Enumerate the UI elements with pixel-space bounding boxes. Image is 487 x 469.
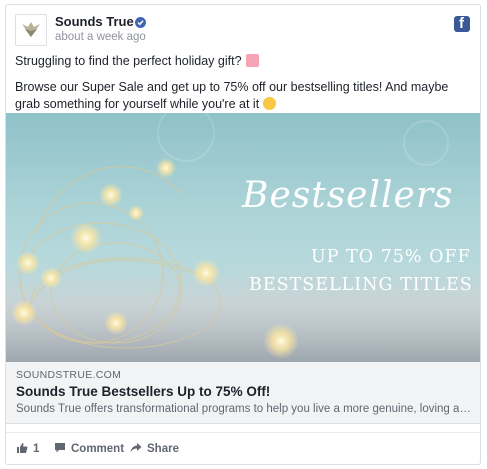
post-message-text2: Browse our Super Sale and get up to 75% … <box>15 80 449 111</box>
post-header: Sounds True about a week ago f <box>6 5 480 51</box>
hero-discount-text: UP TO 75% OFF <box>311 247 471 267</box>
hero-image[interactable]: Bestsellers UP TO 75% OFF BESTSELLING TI… <box>6 113 480 362</box>
facebook-post-card: Sounds True about a week ago f Strugglin… <box>5 4 481 465</box>
hero-subtitle-text: BESTSELLING TITLES <box>249 275 473 295</box>
like-thumb-icon <box>17 443 28 453</box>
share-label: Share <box>147 443 179 455</box>
hero-script-title: Bestsellers <box>242 175 454 216</box>
verified-badge-icon <box>135 17 146 28</box>
post-timestamp[interactable]: about a week ago <box>55 31 146 43</box>
page-name-link[interactable]: Sounds True <box>55 14 134 29</box>
post-message-line2: Browse our Super Sale and get up to 75% … <box>15 79 475 113</box>
link-domain: SOUNDSTRUE.COM <box>16 369 122 381</box>
share-icon <box>130 443 142 453</box>
link-title[interactable]: Sounds True Bestsellers Up to 75% Off! <box>16 384 270 399</box>
gift-emoji-icon <box>245 54 259 67</box>
smile-emoji-icon <box>263 97 277 110</box>
page-avatar[interactable] <box>15 14 47 46</box>
post-message-text1: Struggling to find the perfect holiday g… <box>15 54 242 68</box>
post-actions-bar: 1 Comment Share <box>6 432 480 463</box>
like-count: 1 <box>33 443 40 455</box>
comment-label: Comment <box>71 443 125 455</box>
comment-icon <box>55 443 65 453</box>
sounds-true-logo-icon <box>22 22 40 37</box>
comment-button[interactable]: Comment <box>54 442 124 455</box>
fairy-lights-illustration <box>6 113 480 362</box>
share-button[interactable]: Share <box>130 442 179 455</box>
facebook-logo-icon: f <box>454 15 470 32</box>
link-preview[interactable]: SOUNDSTRUE.COM Sounds True Bestsellers U… <box>6 362 480 424</box>
post-message-line1: Struggling to find the perfect holiday g… <box>15 53 475 70</box>
link-description: Sounds True offers transformational prog… <box>16 403 472 415</box>
like-button[interactable]: 1 <box>16 442 39 455</box>
